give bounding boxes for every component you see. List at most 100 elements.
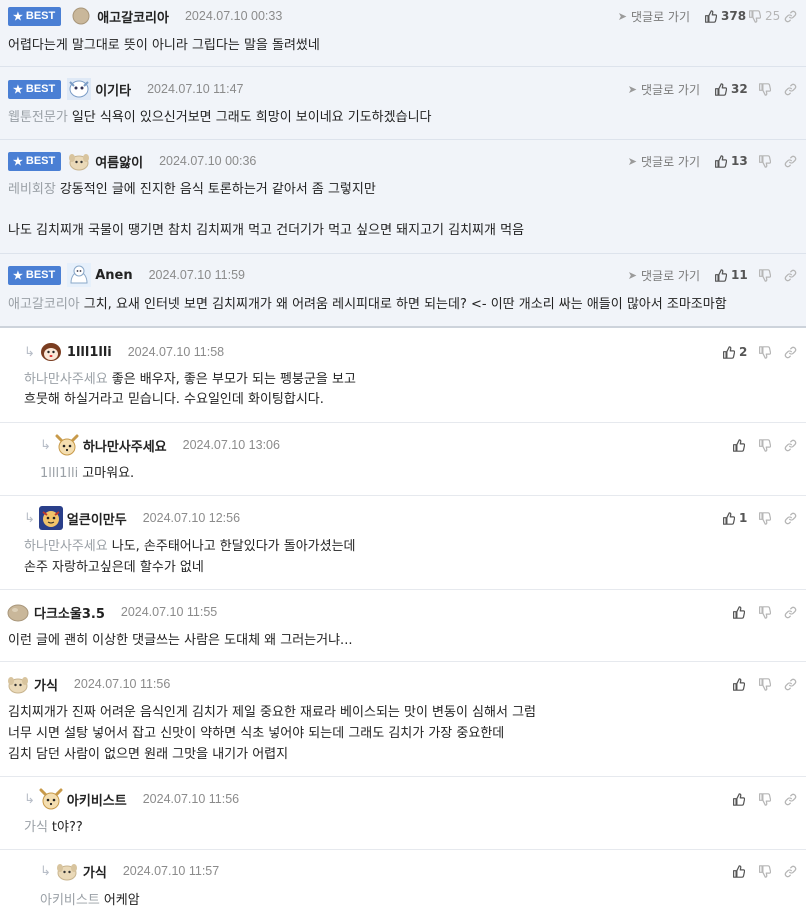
like-count: 2 (739, 345, 748, 359)
like-button[interactable] (732, 605, 758, 619)
link-icon (784, 512, 797, 524)
thumbs-down-icon (759, 82, 771, 96)
thumbs-up-icon (715, 268, 727, 282)
comment-author[interactable]: 다크소울3.5 (34, 603, 105, 622)
thumbs-down-icon (759, 864, 771, 878)
share-link-button[interactable] (784, 155, 798, 168)
avatar[interactable] (69, 5, 93, 27)
comment-author[interactable]: 1lll1lli (67, 345, 112, 360)
mention-tag[interactable]: 1lll1lli (40, 466, 78, 481)
like-button[interactable]: 2 (722, 345, 758, 359)
mention-tag[interactable]: 애고갈코리아 (8, 297, 80, 312)
comment-text: 강동적인 글에 진지한 음식 토론하는거 같아서 좀 그렇지만 (59, 182, 376, 197)
avatar[interactable] (6, 673, 30, 695)
mention-tag[interactable]: 웹툰전문가 (8, 110, 68, 125)
thumbs-up-icon (723, 345, 735, 359)
share-link-button[interactable] (784, 439, 798, 452)
share-link-button[interactable] (784, 678, 798, 691)
comment-author[interactable]: 가식 (83, 862, 107, 881)
comment-text: 흐뭇해 하실거라고 믿습니다. 수요일인데 화이팅합시다. (24, 392, 324, 407)
comment-text: 어렵다는게 말그대로 뜻이 아니라 그립다는 말을 돌려썼네 (8, 38, 320, 53)
like-count: 378 (721, 9, 747, 23)
goto-comment-link[interactable]: ➤ 댓글로 가기 (618, 8, 690, 25)
thumbs-up-icon (715, 154, 727, 168)
share-link-button[interactable] (784, 269, 798, 282)
like-button[interactable] (732, 864, 758, 878)
best-comment: ★ BEST 애고갈코리아 2024.07.10 00:33 ➤ 댓글로 가기 37… (0, 0, 806, 67)
comment-author[interactable]: 아키비스트 (67, 790, 127, 809)
goto-comment-link[interactable]: ➤ 댓글로 가기 (628, 81, 700, 98)
comment-author[interactable]: 이기타 (95, 80, 131, 99)
dislike-button[interactable] (758, 511, 784, 525)
dislike-count: 25 (765, 9, 781, 23)
best-badge: ★ BEST (8, 79, 62, 99)
comment-author[interactable]: 하나만사주세요 (83, 436, 167, 455)
star-icon: ★ (13, 83, 23, 96)
goto-comment-link[interactable]: ➤ 댓글로 가기 (628, 153, 700, 170)
comment-date: 2024.07.10 11:57 (122, 864, 220, 878)
comment-text: 이런 글에 괜히 이상한 댓글쓰는 사람은 도대체 왜 그러는거냐... (8, 633, 353, 648)
like-button[interactable]: 1 (722, 511, 758, 525)
like-button[interactable]: 378 (704, 9, 748, 23)
comment-text: 너무 시면 설탕 넣어서 잡고 신맛이 약하면 식초 넣어야 되는데 그래도 김… (8, 726, 505, 741)
link-icon (784, 793, 797, 805)
share-link-button[interactable] (784, 793, 798, 806)
reply-arrow-icon: ↳ (24, 510, 35, 526)
mention-tag[interactable]: 레비회장 (8, 182, 56, 197)
like-button[interactable] (732, 438, 758, 452)
dislike-button[interactable] (758, 438, 784, 452)
like-button[interactable] (732, 792, 758, 806)
share-link-button[interactable] (784, 346, 798, 359)
comment-author[interactable]: 애고갈코리아 (97, 7, 169, 26)
comment-author[interactable]: 얼큰이만두 (67, 509, 127, 528)
comment-author[interactable]: Anen (95, 268, 132, 283)
dislike-button[interactable] (758, 82, 784, 96)
dislike-button[interactable] (758, 268, 784, 282)
dislike-button[interactable] (758, 792, 784, 806)
share-link-button[interactable] (784, 512, 798, 525)
like-button[interactable] (732, 677, 758, 691)
thumbs-up-icon (733, 438, 745, 452)
thumbs-up-icon (733, 864, 745, 878)
mention-tag[interactable]: 하나만사주세요 (24, 372, 108, 387)
comment-author[interactable]: 가식 (34, 675, 58, 694)
mention-tag[interactable]: 가식 (24, 820, 48, 835)
dislike-button[interactable] (758, 605, 784, 619)
dislike-button[interactable] (758, 864, 784, 878)
share-link-button[interactable] (784, 865, 798, 878)
avatar[interactable] (6, 601, 30, 623)
comment-date: 2024.07.10 11:59 (148, 268, 245, 282)
avatar[interactable] (55, 860, 79, 882)
thumbs-up-icon (733, 677, 745, 691)
avatar[interactable] (38, 506, 63, 530)
avatar[interactable] (39, 788, 63, 810)
mention-tag[interactable]: 하나만사주세요 (24, 539, 108, 554)
dislike-button[interactable] (758, 677, 784, 691)
mention-tag[interactable]: 아키비스트 (40, 893, 100, 908)
comment-text: 어케암 (103, 893, 140, 908)
goto-comment-link[interactable]: ➤ 댓글로 가기 (628, 267, 700, 284)
avatar[interactable] (67, 150, 91, 172)
dislike-button[interactable] (758, 345, 784, 359)
star-icon: ★ (13, 10, 23, 23)
like-button[interactable]: 13 (714, 154, 758, 168)
avatar[interactable] (67, 263, 92, 287)
like-button[interactable]: 32 (714, 82, 758, 96)
navigate-icon: ➤ (627, 154, 637, 168)
link-icon (784, 678, 797, 690)
avatar[interactable] (55, 434, 79, 456)
share-link-button[interactable] (784, 606, 798, 619)
comment-text: t야?? (51, 820, 83, 835)
best-badge: ★ BEST (8, 265, 62, 285)
share-link-button[interactable] (784, 83, 798, 96)
thumbs-down-icon (759, 154, 771, 168)
comment-author[interactable]: 여름앓이 (95, 152, 143, 171)
avatar[interactable] (39, 341, 63, 363)
share-link-button[interactable] (784, 10, 798, 23)
avatar[interactable] (67, 78, 92, 100)
reply-arrow-icon: ↳ (40, 437, 51, 453)
dislike-button[interactable]: 25 (748, 9, 784, 23)
like-button[interactable]: 11 (714, 268, 758, 282)
dislike-button[interactable] (758, 154, 784, 168)
comment-date: 2024.07.10 12:56 (142, 511, 241, 525)
